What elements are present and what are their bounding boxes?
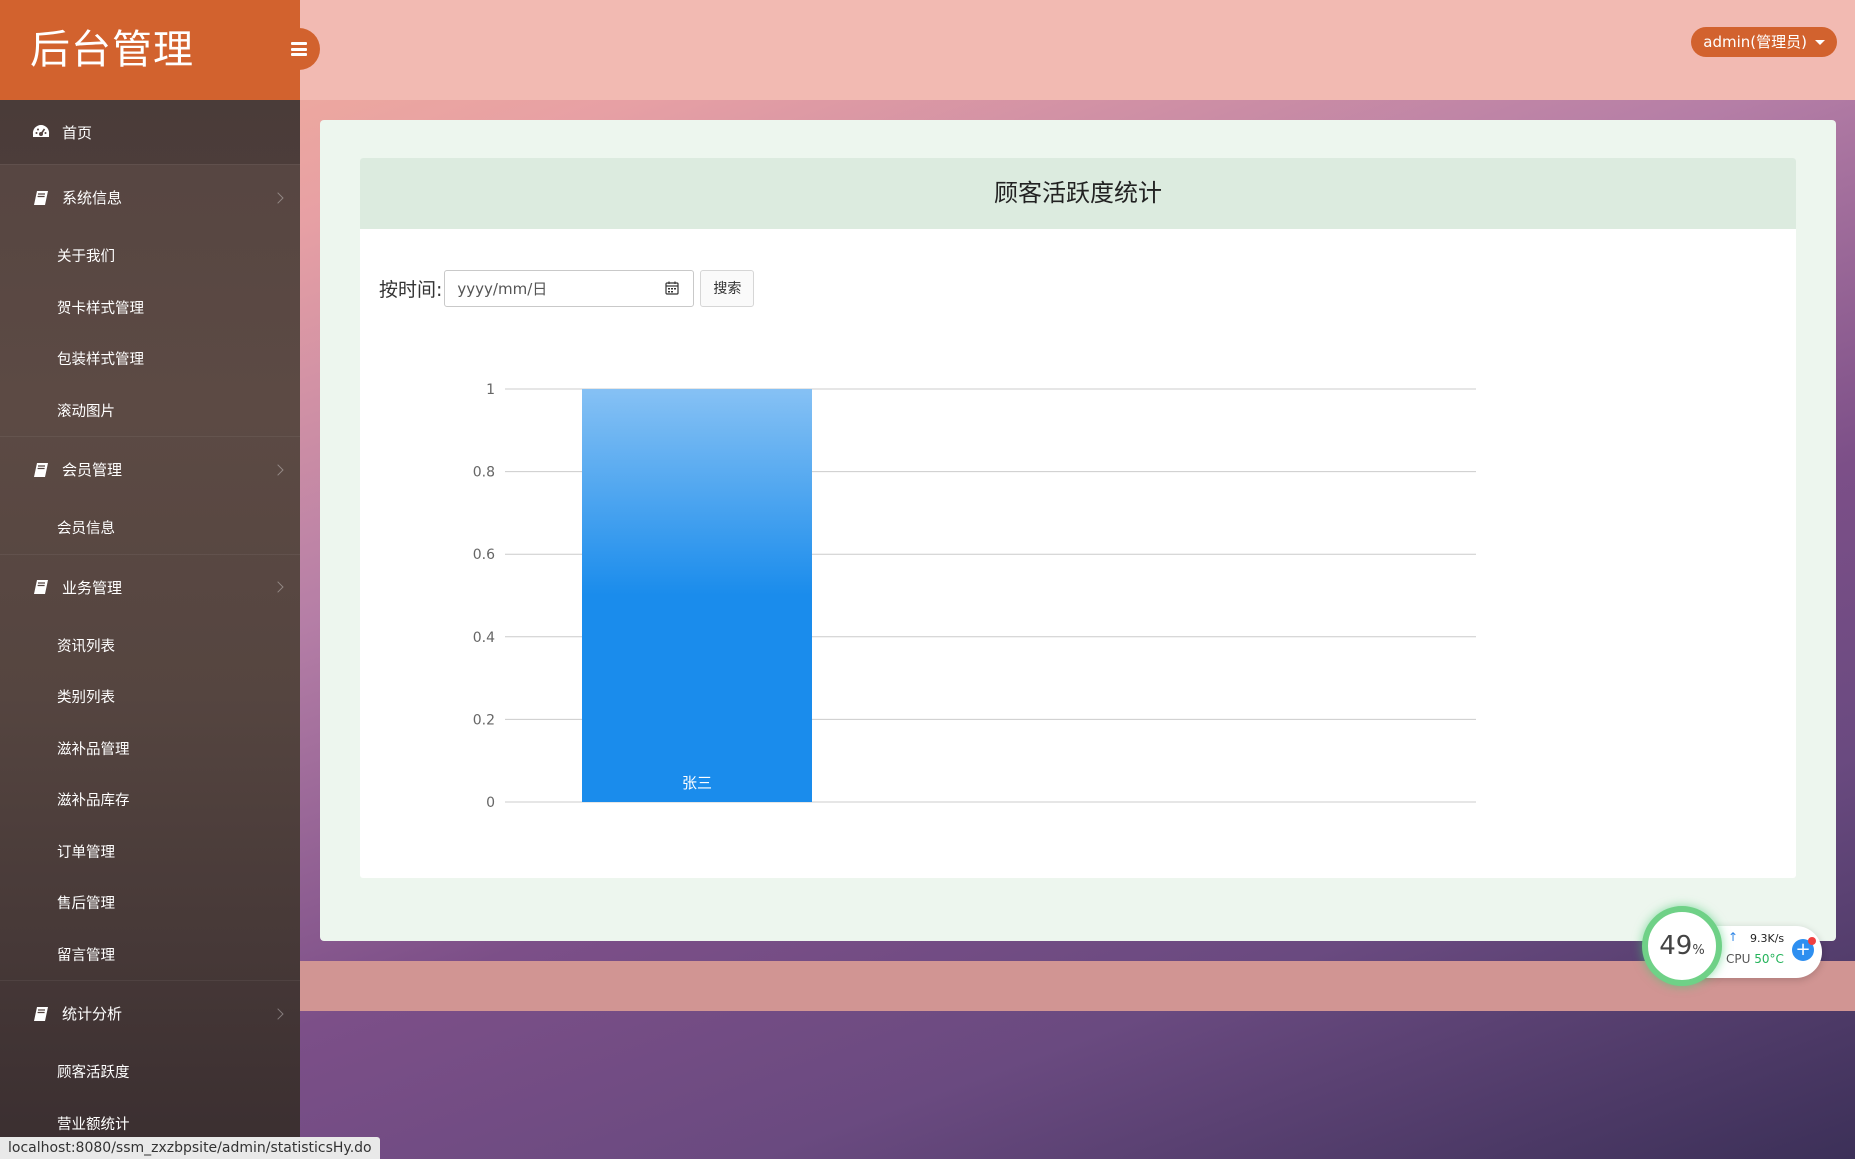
book-icon (32, 578, 50, 596)
dashboard-icon (32, 123, 50, 141)
bar-category-label: 张三 (682, 774, 712, 792)
sidebar-item-customer-activity[interactable]: 顾客活跃度 (0, 1046, 300, 1098)
activity-bar-chart: 1 0.8 0.6 0.4 0.2 0 张三 (473, 382, 1476, 811)
upload-arrow-icon: ↑ (1728, 930, 1739, 944)
sidebar-group-members[interactable]: 会员管理 (0, 436, 300, 502)
cpu-label: CPU (1726, 952, 1751, 966)
percent-sign: % (1692, 942, 1705, 958)
sidebar-item-package-style[interactable]: 包装样式管理 (0, 333, 300, 385)
sidebar-item-stock[interactable]: 滋补品库存 (0, 774, 300, 826)
chevron-right-icon (272, 581, 284, 593)
sidebar-item-card-style[interactable]: 贺卡样式管理 (0, 282, 300, 334)
sidebar-item-news[interactable]: 资讯列表 (0, 620, 300, 672)
y-tick-label: 1 (486, 382, 495, 398)
cpu-temp: 50°C (1754, 952, 1784, 966)
sidebar: 后台管理 首页 系统信息 关于我们 贺卡样式管理 包装样式管理 滚动图片 会员管… (0, 0, 300, 1159)
cpu-percent: 49 (1659, 931, 1693, 961)
sidebar-item-after-sales[interactable]: 售后管理 (0, 877, 300, 929)
sidebar-item-tonics[interactable]: 滋补品管理 (0, 723, 300, 775)
sidebar-group-label: 系统信息 (62, 189, 123, 207)
sidebar-item-categories[interactable]: 类别列表 (0, 671, 300, 723)
status-bar-url: localhost:8080/ssm_zxzbpsite/admin/stati… (0, 1137, 380, 1159)
sidebar-group-system[interactable]: 系统信息 (0, 164, 300, 230)
sidebar-group-statistics[interactable]: 统计分析 (0, 980, 300, 1046)
net-speed: 9.3K/s (1750, 932, 1785, 945)
sidebar-item-member-info[interactable]: 会员信息 (0, 502, 300, 554)
sidebar-item-messages[interactable]: 留言管理 (0, 929, 300, 981)
sidebar-group-label: 统计分析 (62, 1005, 123, 1023)
y-tick-label: 0.4 (473, 630, 495, 646)
book-icon (32, 1005, 50, 1023)
sidebar-group-business[interactable]: 业务管理 (0, 553, 300, 620)
sidebar-group-label: 会员管理 (62, 461, 123, 479)
y-tick-label: 0 (486, 795, 495, 811)
chevron-right-icon (272, 191, 284, 204)
sidebar-item-label: 首页 (62, 123, 93, 142)
book-icon (32, 189, 50, 207)
notification-dot (1808, 937, 1816, 945)
cpu-temp-row: CPU 50°C (1726, 952, 1784, 966)
sidebar-group-label: 业务管理 (62, 578, 123, 597)
user-name: admin(管理员) (1703, 33, 1807, 51)
sidebar-item-carousel[interactable]: 滚动图片 (0, 385, 300, 437)
cpu-usage-ring: 49% (1642, 906, 1722, 986)
sidebar-item-orders[interactable]: 订单管理 (0, 826, 300, 878)
system-monitor-widget[interactable]: 49% ↑ 9.3K/s CPU 50°C + (1642, 906, 1822, 986)
book-icon (32, 461, 50, 479)
sidebar-item-home[interactable]: 首页 (0, 100, 300, 164)
caret-down-icon (1815, 40, 1825, 45)
footer-strip (300, 961, 1855, 1011)
stats-card: 顾客活跃度统计 按时间: yyyy/mm/日 搜索 1 0.8 0.6 0.4 … (360, 158, 1796, 878)
chevron-right-icon (272, 463, 284, 476)
menu-icon (291, 42, 307, 56)
sidebar-toggle-button[interactable] (278, 28, 320, 70)
user-menu[interactable]: admin(管理员) (1691, 27, 1837, 57)
chevron-right-icon (272, 1007, 284, 1020)
y-tick-label: 0.2 (473, 712, 495, 728)
sidebar-item-about[interactable]: 关于我们 (0, 230, 300, 282)
bar[interactable] (582, 389, 812, 802)
brand-title: 后台管理 (0, 0, 300, 100)
content-panel: 顾客活跃度统计 按时间: yyyy/mm/日 搜索 1 0.8 0.6 0.4 … (320, 120, 1836, 941)
y-tick-label: 0.6 (473, 547, 495, 563)
top-bar: admin(管理员) (300, 0, 1855, 100)
y-tick-label: 0.8 (473, 465, 495, 481)
